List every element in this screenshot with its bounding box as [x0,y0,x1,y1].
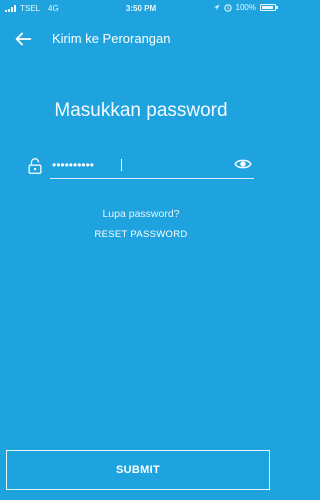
page-title: Kirim ke Perorangan [52,31,171,46]
battery-label: 100% [235,3,256,12]
location-arrow-icon [213,4,219,11]
status-bar: TSEL 4G 3:50 PM 100% [0,0,282,18]
lock-icon [28,158,42,174]
battery-icon [260,4,278,11]
forgot-password-text: Lupa password? [102,208,180,220]
app-bar: Kirim ke Perorangan [0,22,282,56]
password-heading: Masukkan password [54,100,228,121]
password-underline [50,178,254,179]
text-caret [121,159,122,171]
alarm-icon [223,3,232,12]
password-field [26,153,254,179]
submit-button[interactable]: SUBMIT [6,450,270,490]
arrow-left-icon[interactable] [12,28,34,50]
reset-password-link[interactable]: RESET PASSWORD [0,229,282,240]
status-right: 100% [213,3,278,12]
password-input[interactable] [52,155,222,175]
eye-icon[interactable] [234,155,252,173]
